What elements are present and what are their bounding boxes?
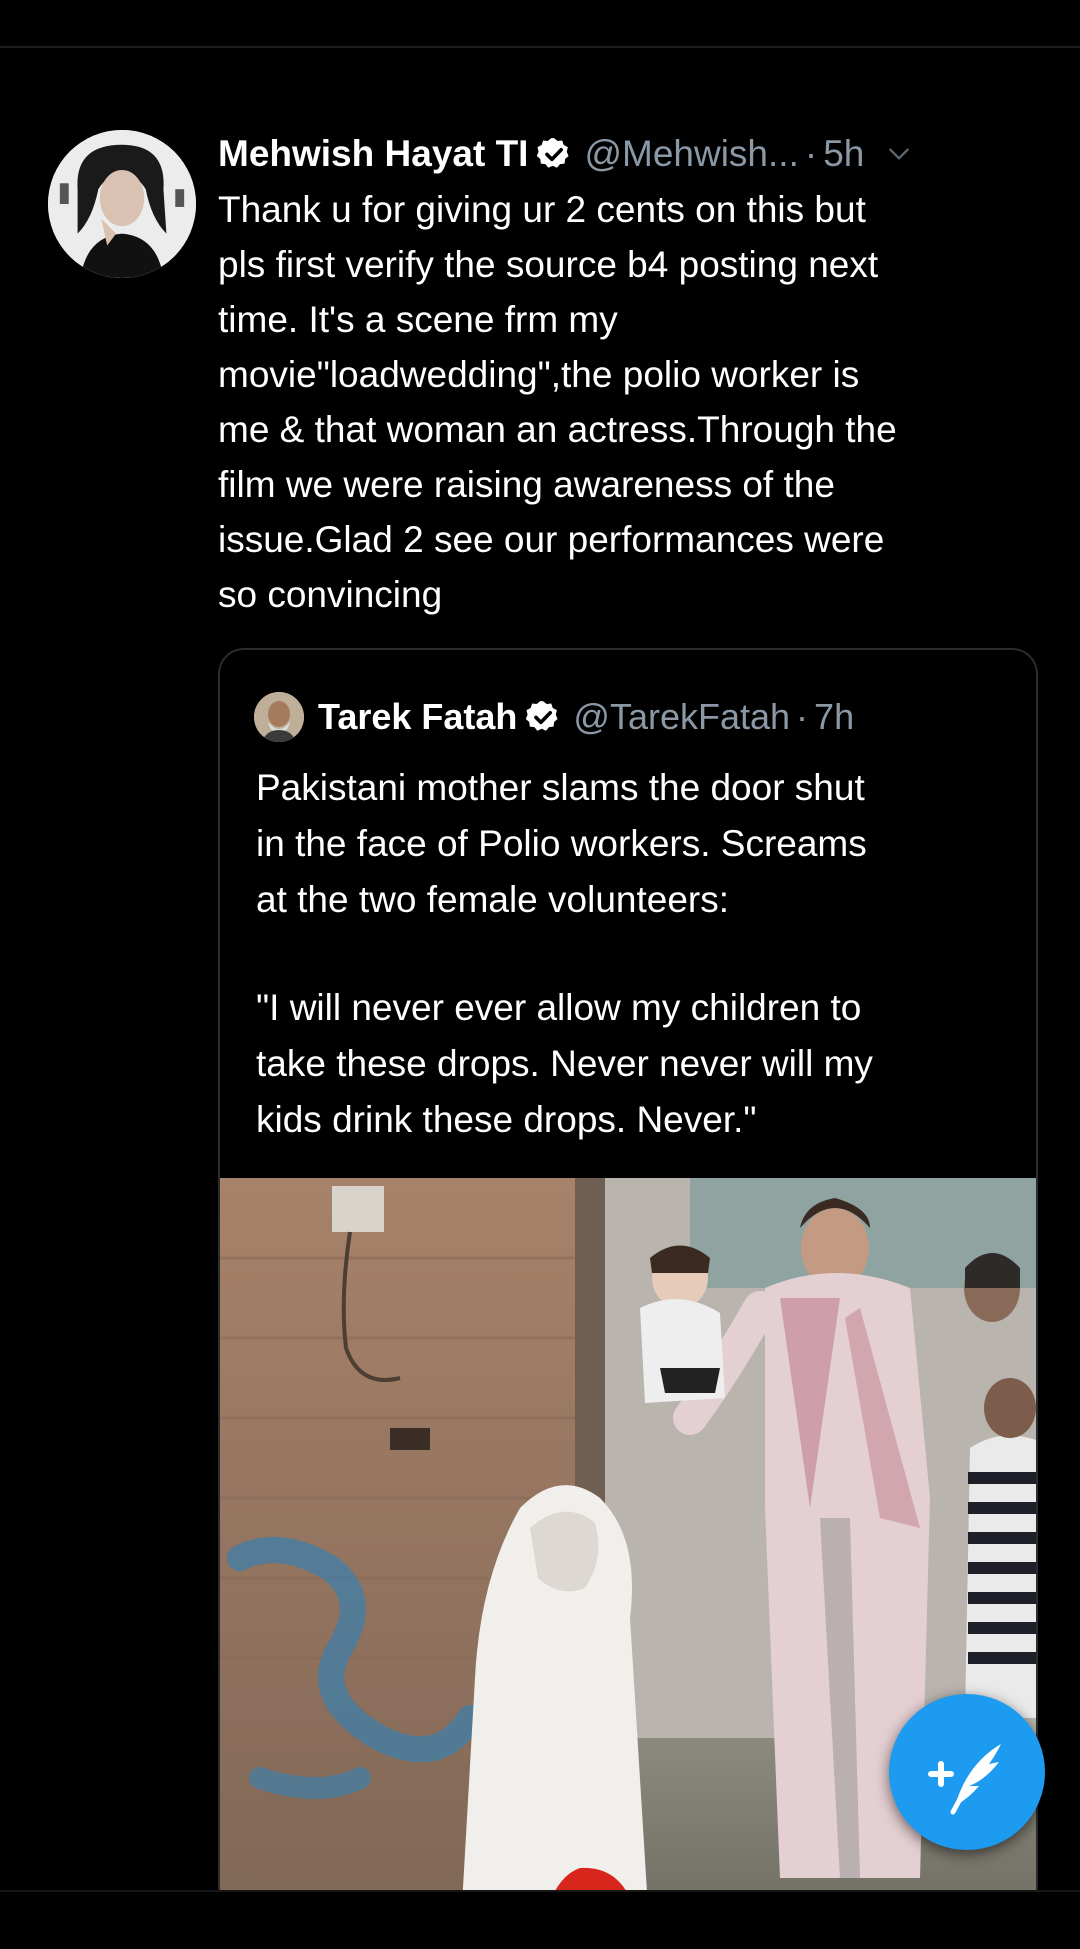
quoted-tweet-body: Pakistani mother slams the door shut in … xyxy=(256,760,1016,1200)
chevron-down-icon[interactable] xyxy=(886,141,912,167)
author-handle[interactable]: @Mehwish... xyxy=(584,133,798,175)
compose-tweet-button[interactable] xyxy=(889,1694,1045,1850)
header-separator: · xyxy=(804,133,818,174)
compose-tweet-icon xyxy=(928,1744,1001,1815)
quoted-author-avatar[interactable] xyxy=(254,692,304,742)
tweet[interactable]: Mehwish Hayat TI @Mehwish... · 5h Thank … xyxy=(0,48,1080,1942)
verified-badge-icon xyxy=(525,699,561,735)
quoted-tweet-timestamp[interactable]: 7h xyxy=(814,696,854,738)
quoted-tweet-header: Tarek Fatah @TarekFatah · 7h xyxy=(254,692,854,742)
author-avatar-image xyxy=(48,130,196,278)
verified-badge-icon xyxy=(536,136,572,172)
tweet-body-text: Thank u for giving ur 2 cents on this bu… xyxy=(218,189,897,615)
quoted-tweet-paragraph-2: "I will never ever allow my children to … xyxy=(256,987,873,1140)
author-display-name[interactable]: Mehwish Hayat TI xyxy=(218,133,528,175)
bottom-bar xyxy=(0,1890,1080,1949)
quoted-author-handle[interactable]: @TarekFatah xyxy=(573,696,790,738)
quoted-header-separator: · xyxy=(796,696,809,737)
quoted-author-display-name[interactable]: Tarek Fatah xyxy=(318,696,517,738)
author-avatar[interactable] xyxy=(48,130,196,278)
quoted-tweet-paragraph-1: Pakistani mother slams the door shut in … xyxy=(256,767,867,920)
tweet-header: Mehwish Hayat TI @Mehwish... · 5h xyxy=(218,128,1038,180)
tweet-timestamp[interactable]: 5h xyxy=(823,133,864,175)
